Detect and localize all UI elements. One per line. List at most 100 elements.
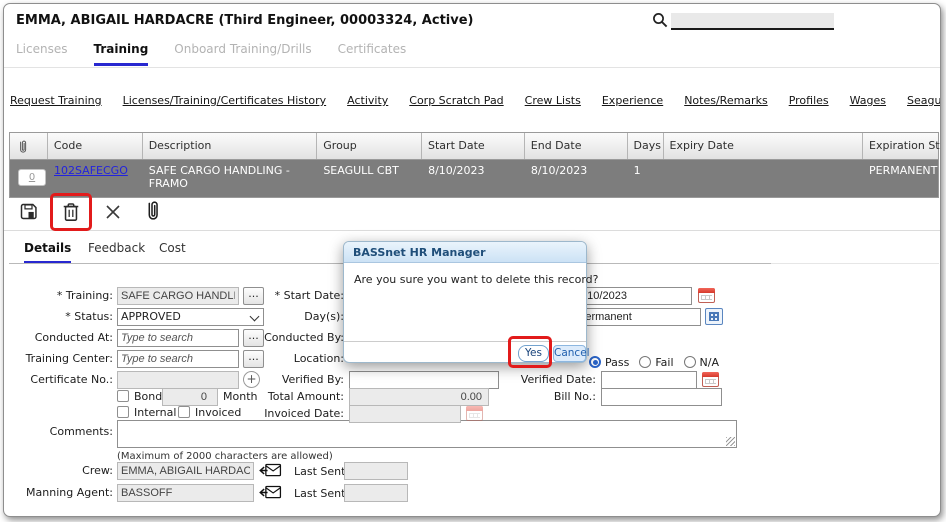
record-code-link[interactable]: 102SAFECGO: [54, 164, 128, 177]
dialog-title[interactable]: BASSnet HR Manager: [344, 242, 586, 263]
comments-field-wrap: [117, 420, 737, 448]
row-end-date-cell: 8/10/2023: [525, 160, 628, 197]
column-header-expiration-status[interactable]: Expiration Status: [863, 133, 938, 159]
crew-last-sent-label: Last Sent:: [294, 465, 349, 479]
send-mail-agent-icon[interactable]: [259, 483, 283, 502]
column-header-end-date[interactable]: End Date: [525, 133, 628, 159]
tab-details[interactable]: Details: [24, 241, 71, 264]
invoiced-checkbox[interactable]: [178, 406, 190, 418]
conducted-at-label: Conducted At:: [8, 329, 113, 347]
tab-onboard-training-drills[interactable]: Onboard Training/Drills: [174, 42, 311, 66]
module-tabs: Licenses Training Onboard Training/Drill…: [16, 42, 406, 66]
days-label: Day(s):: [239, 308, 344, 326]
crew-label: Crew:: [8, 462, 113, 480]
tab-licenses[interactable]: Licenses: [16, 42, 68, 66]
row-expiry-date-cell: [664, 160, 863, 197]
resize-handle[interactable]: [726, 437, 735, 446]
dialog-message: Are you sure you want to delete this rec…: [354, 273, 599, 286]
verified-date-field[interactable]: [601, 371, 697, 389]
column-header-start-date[interactable]: Start Date: [422, 133, 525, 159]
start-date-label: * Start Date:: [239, 287, 344, 305]
column-header-days[interactable]: Days: [628, 133, 664, 159]
verified-date-label: Verified Date:: [491, 371, 596, 389]
result-fail-radio[interactable]: [639, 356, 651, 368]
row-description-cell: SAFE CARGO HANDLING - FRAMO: [143, 160, 318, 197]
invoiced-checkbox-label: Invoiced: [195, 406, 241, 420]
end-date-field[interactable]: [574, 287, 692, 305]
search-icon[interactable]: [652, 12, 668, 28]
certificate-no-field: [117, 371, 239, 389]
dialog-footer-divider: [344, 341, 586, 342]
link-experience[interactable]: Experience: [602, 94, 663, 107]
column-header-expiry-date[interactable]: Expiry Date: [664, 133, 863, 159]
row-days-cell: 1: [628, 160, 664, 197]
crew-field: [117, 462, 254, 480]
page-title: EMMA, ABIGAIL HARDACRE (Third Engineer, …: [16, 13, 473, 28]
delete-button[interactable]: [61, 201, 81, 223]
row-code-cell: 102SAFECGO: [48, 160, 143, 197]
result-pass-radio[interactable]: [589, 356, 601, 368]
cancel-edit-button[interactable]: [104, 203, 122, 221]
row-attachment-cell: 0: [10, 160, 48, 197]
internal-checkbox-label: Internal: [134, 406, 176, 420]
attachment-button[interactable]: [143, 199, 161, 223]
link-crew-lists[interactable]: Crew Lists: [525, 94, 581, 107]
tab-training[interactable]: Training: [94, 42, 149, 66]
quick-links: Request Training Licenses/Training/Certi…: [10, 94, 941, 107]
app-window: EMMA, ABIGAIL HARDACRE (Third Engineer, …: [3, 3, 941, 517]
conducted-by-label: Conducted By:: [239, 329, 344, 347]
conducted-at-field[interactable]: [117, 329, 239, 347]
attachment-count-button[interactable]: 0: [18, 169, 46, 186]
column-header-description[interactable]: Description: [143, 133, 318, 159]
bill-no-field[interactable]: [601, 388, 722, 406]
confirm-delete-dialog: BASSnet HR Manager Are you sure you want…: [343, 241, 587, 363]
result-na-radio[interactable]: [684, 356, 696, 368]
send-mail-crew-icon[interactable]: [259, 461, 283, 480]
verified-by-field[interactable]: [349, 371, 499, 389]
link-corp-scratch-pad[interactable]: Corp Scratch Pad: [409, 94, 503, 107]
toolbar-divider: [4, 230, 941, 231]
search-area: [652, 12, 668, 32]
link-notes-remarks[interactable]: Notes/Remarks: [684, 94, 767, 107]
save-button[interactable]: [18, 201, 39, 222]
invoiced-date-field: [349, 405, 461, 423]
end-date-calendar-icon[interactable]: [698, 288, 715, 303]
bond-checkbox-label: Bond: [134, 390, 162, 404]
comments-label: Comments:: [8, 423, 113, 441]
tab-certificates[interactable]: Certificates: [338, 42, 407, 66]
link-activity[interactable]: Activity: [347, 94, 388, 107]
result-pass-label: Pass: [605, 356, 629, 369]
location-label: Location:: [239, 350, 344, 368]
comments-field[interactable]: [118, 421, 736, 447]
status-label: * Status:: [8, 308, 113, 326]
header-divider: [4, 67, 941, 68]
table-header-row: Code Description Group Start Date End Da…: [10, 133, 938, 160]
tab-feedback[interactable]: Feedback: [88, 241, 145, 261]
link-request-training[interactable]: Request Training: [10, 94, 102, 107]
result-na-label: N/A: [700, 356, 719, 369]
detail-tabs-divider-light: [771, 263, 939, 264]
search-input[interactable]: [671, 13, 834, 30]
training-center-field[interactable]: [117, 350, 239, 368]
bond-checkbox[interactable]: [117, 390, 129, 402]
internal-checkbox[interactable]: [117, 406, 129, 418]
verified-by-label: Verified By:: [239, 371, 344, 389]
invoiced-date-label: Invoiced Date:: [239, 405, 344, 423]
total-amount-label: Total Amount:: [239, 388, 344, 406]
certificate-no-label: Certificate No.:: [8, 371, 113, 389]
column-header-code[interactable]: Code: [48, 133, 143, 159]
tab-cost[interactable]: Cost: [159, 241, 186, 261]
total-amount-field: [349, 388, 489, 406]
table-row[interactable]: 0 102SAFECGO SAFE CARGO HANDLING - FRAMO…: [10, 160, 938, 197]
link-history[interactable]: Licenses/Training/Certificates History: [123, 94, 327, 107]
cancel-button[interactable]: Cancel: [553, 345, 586, 362]
verified-date-calendar-icon[interactable]: [702, 372, 719, 387]
yes-button[interactable]: Yes: [518, 345, 549, 362]
link-wages[interactable]: Wages: [850, 94, 886, 107]
expiry-calendar-picker-icon[interactable]: [705, 308, 723, 325]
link-seagull-lookup[interactable]: Seagull Lookup: [907, 94, 941, 107]
link-profiles[interactable]: Profiles: [789, 94, 829, 107]
column-header-group[interactable]: Group: [317, 133, 422, 159]
expiry-date-field[interactable]: [574, 308, 701, 326]
row-start-date-cell: 8/10/2023: [422, 160, 525, 197]
